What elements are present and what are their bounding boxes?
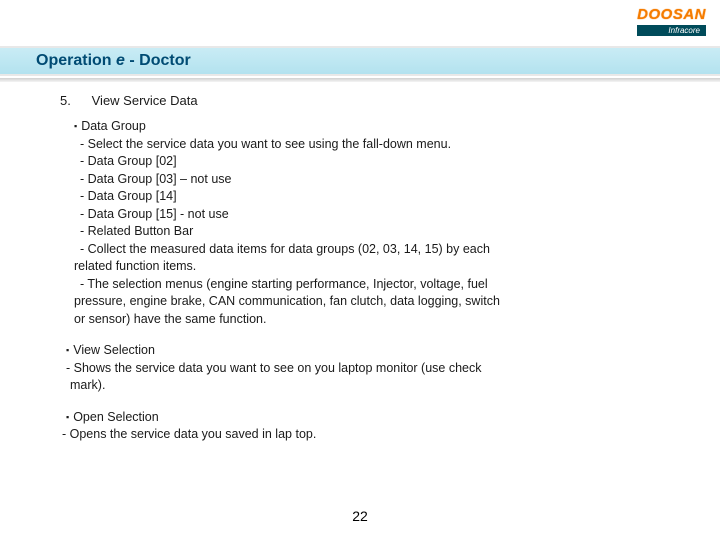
- bullet-open-selection: ▪ Open Selection: [66, 409, 680, 427]
- title-pre: Operation: [36, 52, 116, 69]
- square-bullet-icon: ▪: [66, 345, 69, 355]
- spacer: [74, 395, 680, 409]
- section-title: View Service Data: [92, 93, 198, 108]
- page-title: Operation e - Doctor: [36, 52, 191, 70]
- line: - The selection menus (engine starting p…: [74, 276, 680, 294]
- line: - Data Group [03] – not use: [74, 171, 680, 189]
- line: - Related Button Bar: [74, 223, 680, 241]
- line: pressure, engine brake, CAN communicatio…: [74, 293, 680, 311]
- bullet-head: Open Selection: [73, 410, 158, 424]
- bullet-data-group: ▪ Data Group: [74, 118, 680, 136]
- title-em: e: [116, 52, 125, 69]
- line: - Data Group [15] - not use: [74, 206, 680, 224]
- page-number: 22: [0, 508, 720, 524]
- line: - Collect the measured data items for da…: [74, 241, 680, 259]
- line: - Data Group [02]: [74, 153, 680, 171]
- header-divider: [0, 78, 720, 82]
- bullet-head: Data Group: [81, 119, 146, 133]
- section-heading: 5. View Service Data: [60, 92, 680, 110]
- section-number: 5.: [60, 92, 88, 110]
- content-area: 5. View Service Data ▪ Data Group - Selec…: [60, 92, 680, 444]
- logo-main-text: DOOSAN: [637, 6, 706, 23]
- line: or sensor) have the same function.: [74, 311, 680, 329]
- bullet-view-selection: ▪ View Selection: [66, 342, 680, 360]
- body-block: ▪ Data Group - Select the service data yo…: [60, 118, 680, 444]
- brand-logo: DOOSAN Infracore: [637, 6, 706, 36]
- spacer: [74, 328, 680, 342]
- square-bullet-icon: ▪: [74, 121, 77, 131]
- square-bullet-icon: ▪: [66, 412, 69, 422]
- line: related function items.: [74, 258, 680, 276]
- line: - Shows the service data you want to see…: [66, 360, 680, 378]
- line: - Select the service data you want to se…: [74, 136, 680, 154]
- line: mark).: [70, 377, 680, 395]
- title-post: - Doctor: [125, 52, 191, 69]
- line: - Data Group [14]: [74, 188, 680, 206]
- line: - Opens the service data you saved in la…: [62, 426, 680, 444]
- logo-sub-text: Infracore: [637, 25, 706, 36]
- bullet-head: View Selection: [73, 343, 155, 357]
- title-bar: Operation e - Doctor: [0, 46, 720, 76]
